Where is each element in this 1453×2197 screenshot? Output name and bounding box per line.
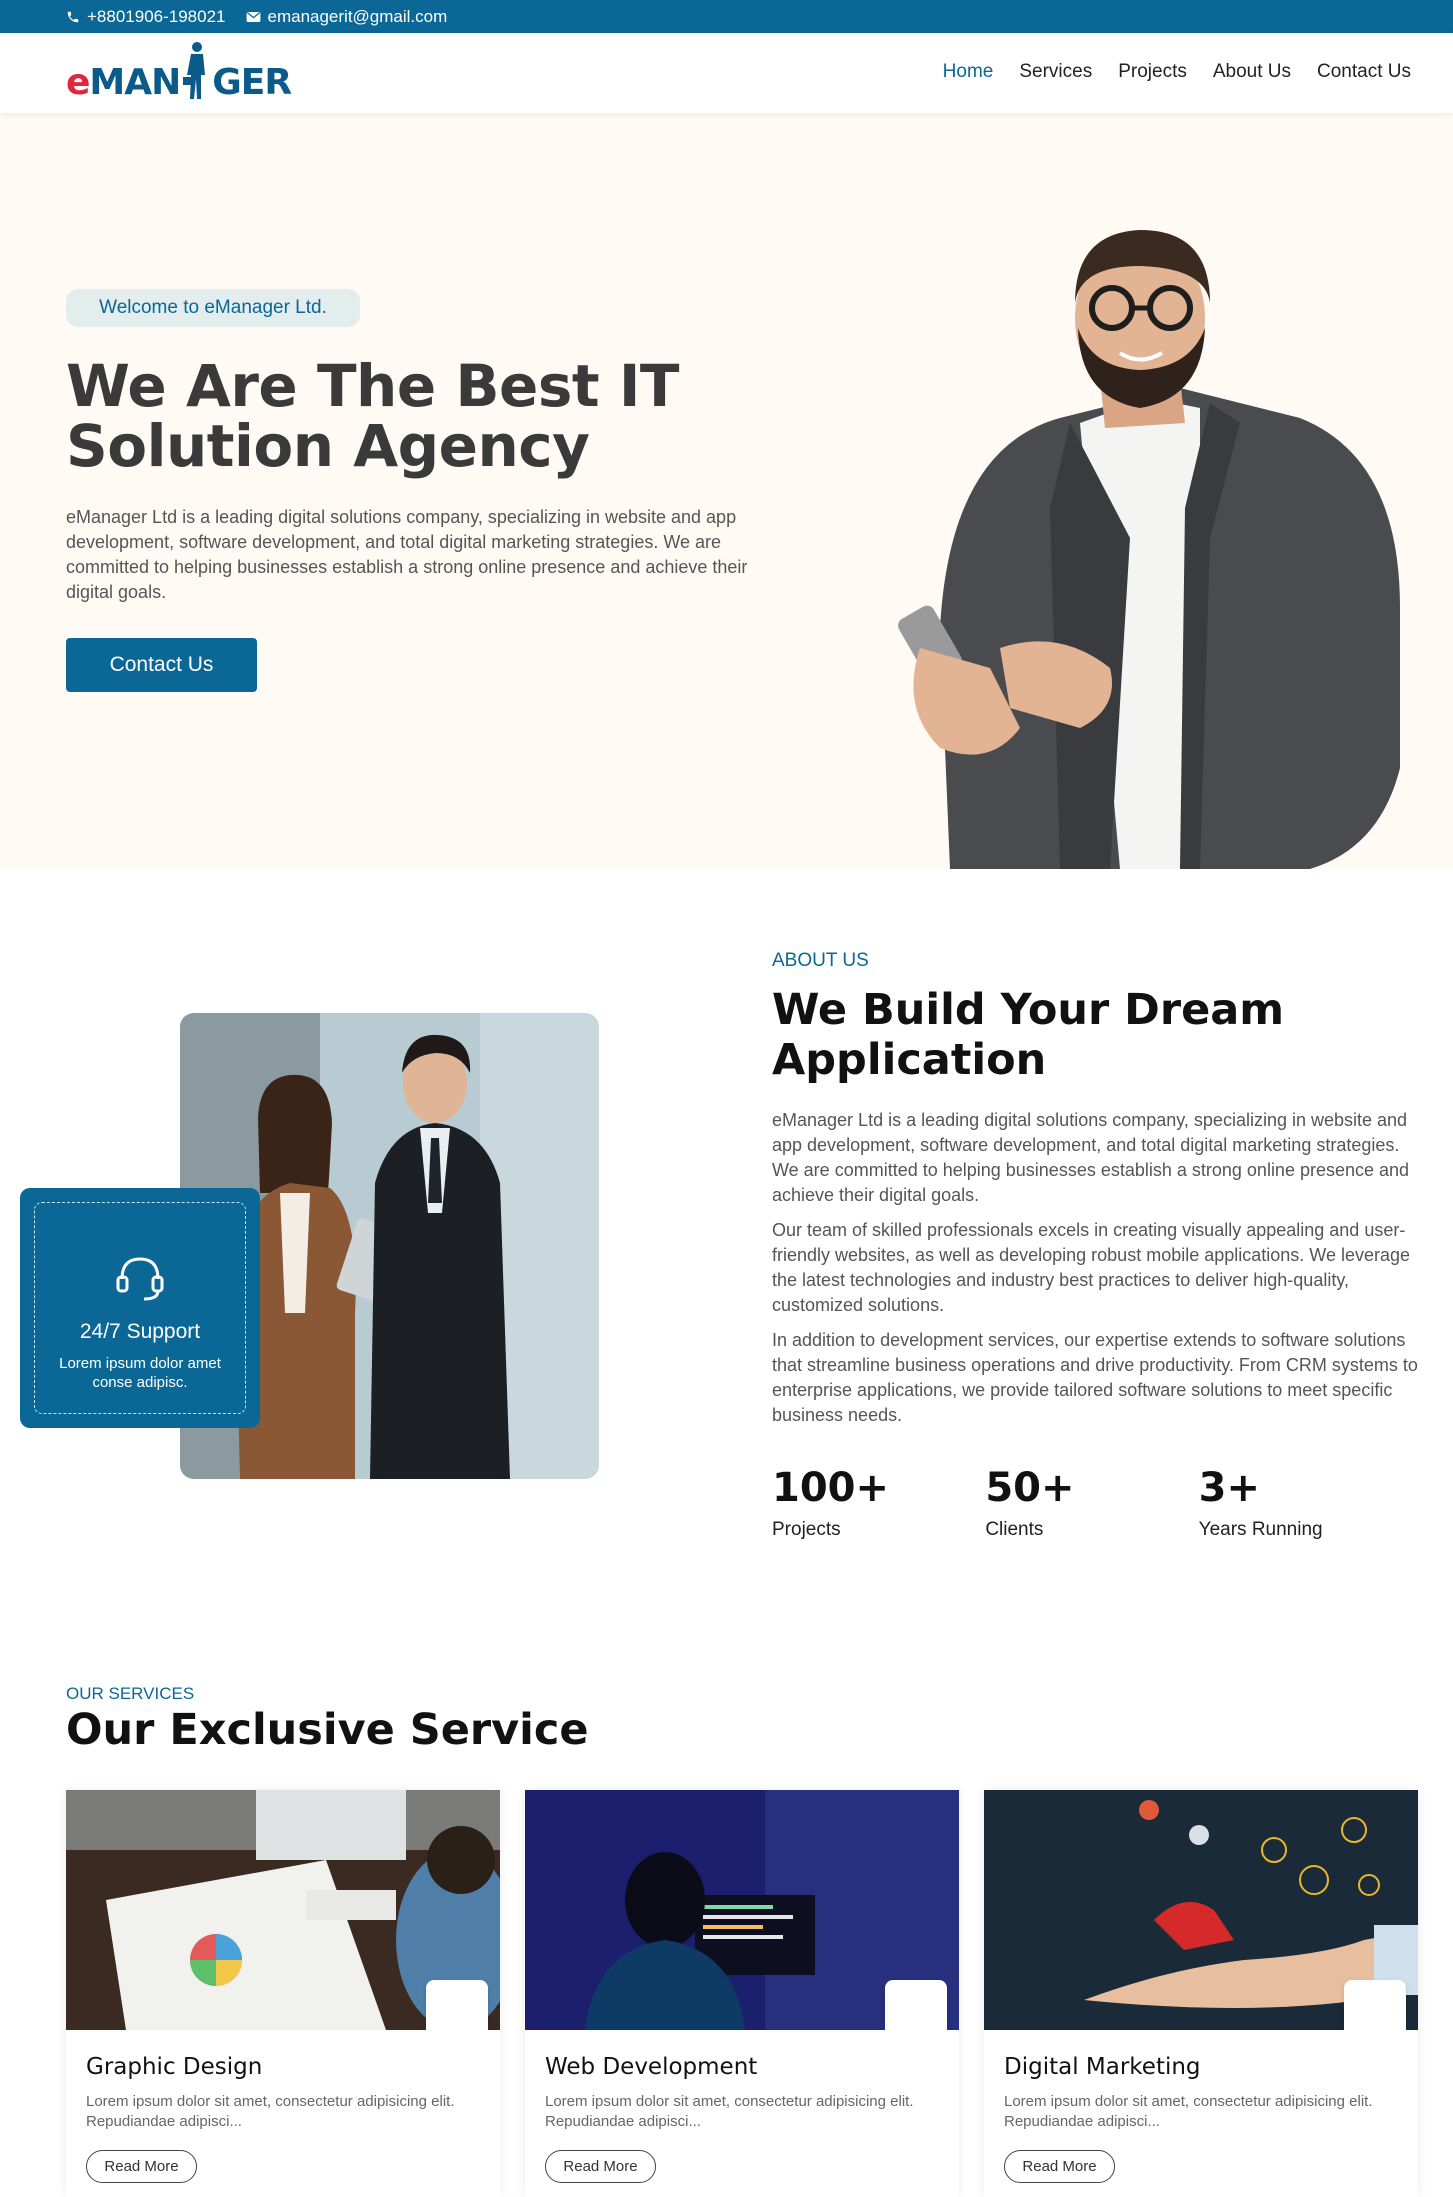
read-more-button[interactable]: Read More [545, 2150, 656, 2183]
read-more-button[interactable]: Read More [86, 2150, 197, 2183]
welcome-badge: Welcome to eManager Ltd. [66, 289, 360, 327]
service-card-digital-marketing[interactable]: Digital Marketing Lorem ipsum dolor sit … [984, 1790, 1418, 2197]
service-card-web-development[interactable]: Web Development Lorem ipsum dolor sit am… [525, 1790, 959, 2197]
logo-text-man: MAN [89, 62, 181, 103]
service-card-description: Lorem ipsum dolor sit amet, consectetur … [545, 2093, 914, 2130]
stat-number: 100+ [772, 1465, 890, 1511]
phone-number: +8801906-198021 [87, 6, 226, 26]
hero-title-line2: Solution Agency [66, 412, 590, 480]
service-icon-box [885, 1980, 947, 2030]
stat-label: Years Running [1198, 1519, 1323, 1540]
logo-figure-icon [183, 42, 206, 99]
web-development-image [525, 1790, 959, 2030]
service-icon-box [1344, 1980, 1406, 2030]
digital-marketing-image [984, 1790, 1418, 2030]
services-title: Our Exclusive Service [66, 1705, 589, 1755]
about-paragraph: eManager Ltd is a leading digital soluti… [772, 1110, 1410, 1205]
stat-years-running: 3+ Years Running [1199, 1465, 1412, 1541]
about-section-label: ABOUT US [772, 950, 869, 971]
main-nav: Home Services Projects About Us Contact … [943, 61, 1411, 83]
stat-label: Clients [985, 1519, 1044, 1540]
nav-home[interactable]: Home [943, 61, 994, 83]
stat-number: 50+ [985, 1465, 1075, 1511]
mail-icon [246, 11, 260, 22]
graphic-design-image [66, 1790, 500, 2030]
about-title: We Build Your Dream Application [772, 985, 1285, 1085]
about-paragraph: In addition to development services, our… [772, 1330, 1418, 1425]
service-card-description: Lorem ipsum dolor sit amet, consectetur … [86, 2093, 455, 2130]
hero-title: We Are The Best IT Solution Agency [66, 356, 706, 476]
service-card-description: Lorem ipsum dolor sit amet, consectetur … [1004, 2093, 1373, 2130]
stats-row: 100+ Projects 50+ Clients 3+ Years Runni… [772, 1465, 1412, 1541]
services-section-label: OUR SERVICES [66, 1684, 195, 1703]
support-title: 24/7 Support [79, 1320, 201, 1343]
support-card: 24/7 Support Lorem ipsum dolor amet cons… [20, 1188, 260, 1428]
hero-contact-button[interactable]: Contact Us [66, 638, 257, 692]
service-card-title: Digital Marketing [1004, 2054, 1201, 2080]
service-card-title: Graphic Design [86, 2054, 263, 2080]
support-description: Lorem ipsum dolor amet conse adipisc. [59, 1355, 221, 1391]
headset-icon [116, 1257, 164, 1301]
nav-about-us[interactable]: About Us [1213, 61, 1291, 83]
about-text: eManager Ltd is a leading digital soluti… [772, 1108, 1422, 1438]
stat-number: 3+ [1198, 1465, 1261, 1511]
stat-projects: 100+ Projects [772, 1465, 985, 1541]
hero-businessman-image [898, 230, 1400, 869]
logo-letter-e: e [66, 62, 90, 103]
service-icon-box [426, 1980, 488, 2030]
phone-icon [67, 11, 79, 22]
about-paragraph: Our team of skilled professionals excels… [772, 1220, 1411, 1315]
nav-projects[interactable]: Projects [1118, 61, 1187, 83]
service-card-title: Web Development [545, 2054, 758, 2080]
email-address: emanagerit@gmail.com [267, 6, 448, 26]
hero-section: Welcome to eManager Ltd. We Are The Best… [0, 113, 1453, 869]
nav-services[interactable]: Services [1019, 61, 1092, 83]
hero-description: eManager Ltd is a leading digital soluti… [66, 507, 748, 602]
site-logo[interactable]: e MAN GER [66, 42, 292, 103]
stat-clients: 50+ Clients [985, 1465, 1198, 1541]
main-navbar: e MAN GER Home Services Projects About U… [0, 33, 1453, 113]
nav-contact-us[interactable]: Contact Us [1317, 61, 1411, 83]
support-card-inner: 24/7 Support Lorem ipsum dolor amet cons… [34, 1202, 246, 1414]
email-contact[interactable]: emanagerit@gmail.com [246, 6, 448, 27]
read-more-button[interactable]: Read More [1004, 2150, 1115, 2183]
service-card-graphic-design[interactable]: Graphic Design Lorem ipsum dolor sit ame… [66, 1790, 500, 2197]
logo-text-ger: GER [212, 62, 292, 103]
phone-contact[interactable]: +8801906-198021 [66, 7, 226, 27]
stat-label: Projects [772, 1519, 841, 1540]
hero-title-line1: We Are The Best IT [66, 352, 679, 420]
top-contact-bar: +8801906-198021 emanagerit@gmail.com [0, 0, 1453, 33]
